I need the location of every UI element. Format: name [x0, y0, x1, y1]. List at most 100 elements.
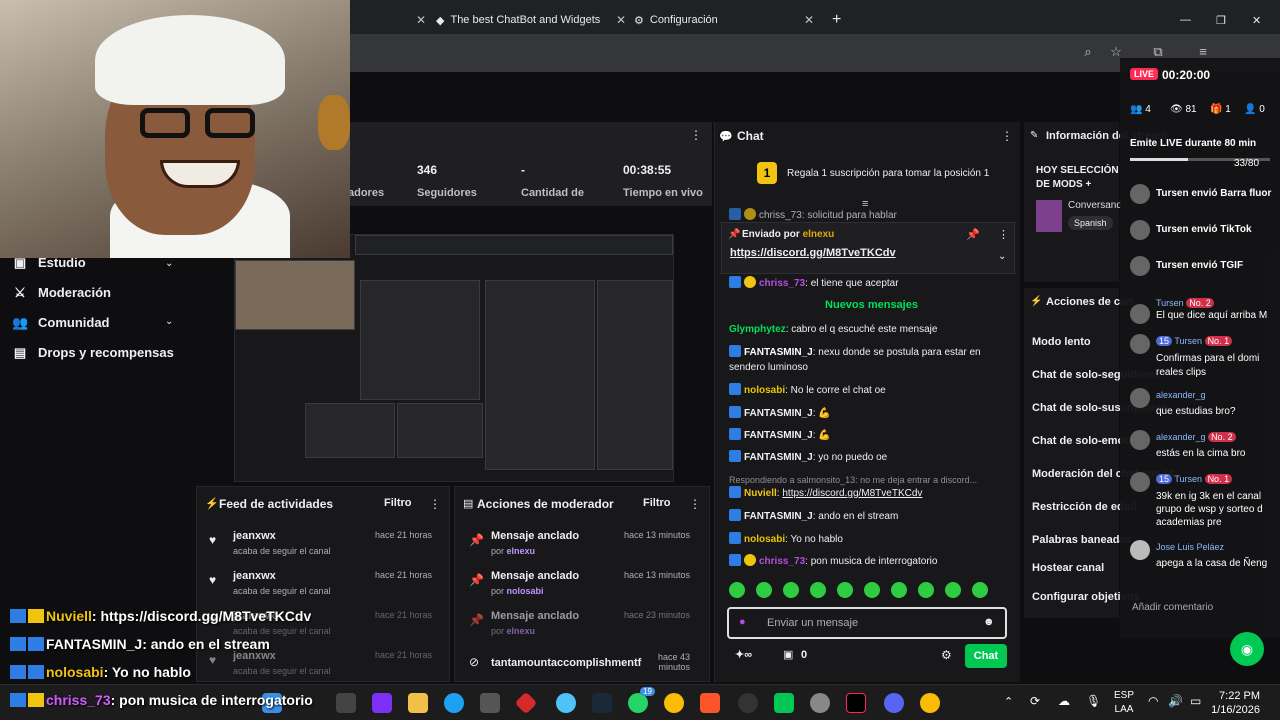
more-options-icon[interactable]: ⋮ — [429, 497, 441, 511]
emote-icon[interactable] — [891, 582, 907, 598]
action-host-channel[interactable]: Hostear canal — [1032, 562, 1104, 574]
emote-icon[interactable] — [864, 582, 880, 598]
clock[interactable]: 7:22 PM 1/16/2026 — [1211, 689, 1260, 717]
sync-icon[interactable]: ⟳ — [1030, 694, 1040, 708]
pinned-menu-icon[interactable]: ⋮ — [998, 228, 1009, 241]
stream-preview[interactable] — [234, 234, 674, 482]
more-options-icon[interactable]: ⋮ — [689, 497, 701, 511]
mod-action-name: Mensaje anclado — [491, 530, 580, 542]
points-count: 0 — [801, 649, 808, 661]
app-icon[interactable] — [556, 693, 576, 713]
webcam-overlay — [0, 0, 350, 258]
chat-settings-icon[interactable]: ⋮ — [1001, 129, 1013, 143]
mod-action-row: 📌 Mensaje anclado por nolosabi hace 13 m… — [455, 567, 700, 607]
language-indicator[interactable]: ESP LAA — [1114, 689, 1134, 717]
pinned-link[interactable]: https://discord.gg/M8TveTKCdv — [730, 247, 896, 259]
fab-chat-icon[interactable]: ◉ — [1230, 632, 1264, 666]
app-icon[interactable] — [738, 693, 758, 713]
send-chat-button[interactable]: Chat — [965, 644, 1007, 668]
chat-input[interactable]: ● Enviar un mensaje ☻ — [727, 607, 1007, 639]
webcam-hat — [95, 15, 285, 105]
emote-icon[interactable] — [972, 582, 988, 598]
add-comment-input[interactable]: Añadir comentario — [1132, 602, 1213, 613]
emote-icon[interactable] — [756, 582, 772, 598]
gear-icon[interactable]: ⚙ — [941, 648, 952, 662]
nav-moderacion[interactable]: ⚔ Moderación — [12, 285, 111, 300]
partial-stat-label: adores — [348, 187, 385, 199]
live-timer: 00:20:00 — [1162, 68, 1211, 82]
action-banned-words[interactable]: Palabras baneadas — [1032, 534, 1132, 546]
nav-comunidad[interactable]: 👥 Comunidad — [12, 315, 110, 330]
whatsapp-icon[interactable] — [628, 693, 648, 713]
app-icon[interactable] — [514, 691, 538, 715]
edge-icon[interactable] — [444, 693, 464, 713]
gift-banner[interactable]: Regala 1 suscripción para tomar la posic… — [787, 168, 989, 179]
tab-favicon-icon: ◆ — [436, 14, 445, 27]
mic-icon[interactable]: 🎙 — [1086, 694, 1101, 708]
preview-mod — [397, 403, 483, 458]
tab-chatbot[interactable]: ◆ The best ChatBot and Widgets ✕ — [436, 6, 626, 34]
action-slow-mode[interactable]: Modo lento — [1032, 336, 1091, 348]
emote-icon[interactable] — [918, 582, 934, 598]
nav-drops[interactable]: ▤ Drops y recompensas — [12, 345, 174, 360]
feed-time: hace 21 horas — [374, 570, 432, 580]
emote-icon[interactable] — [729, 582, 745, 598]
emote-icon[interactable] — [837, 582, 853, 598]
unpin-icon[interactable]: 📌 — [966, 228, 980, 241]
brave-icon[interactable] — [700, 693, 720, 713]
chrome-icon[interactable] — [920, 693, 940, 713]
store-icon[interactable] — [480, 693, 500, 713]
comment-user: 15 Tursen No. 1 — [1156, 336, 1233, 346]
chevron-down-icon[interactable]: ⌄ — [165, 316, 173, 327]
cloud-icon[interactable]: ☁ — [1058, 694, 1070, 708]
channel-points-icon[interactable]: ✦∞ — [735, 648, 752, 661]
avatar — [1130, 430, 1150, 450]
maximize-button[interactable]: ❐ — [1216, 6, 1226, 34]
mod-action-by: por nolosabi — [491, 586, 544, 596]
emote-icon[interactable] — [945, 582, 961, 598]
close-window-button[interactable]: ✕ — [1252, 6, 1261, 34]
search-icon[interactable]: ⌕ — [1080, 44, 1096, 60]
chevron-up-icon[interactable]: ⌃ — [1004, 695, 1013, 708]
goal-progress-text: 33/80 — [1234, 158, 1260, 169]
app-icon[interactable] — [810, 693, 830, 713]
app-icon[interactable] — [774, 693, 794, 713]
close-tab-icon[interactable]: ✕ — [804, 13, 814, 27]
feed-user[interactable]: jeanxwx — [233, 530, 276, 542]
chevron-down-icon[interactable]: ⌄ — [998, 251, 1006, 262]
filter-button[interactable]: Filtro — [643, 497, 671, 509]
battery-icon[interactable]: ▭ — [1190, 694, 1201, 708]
filter-button[interactable]: Filtro — [384, 497, 412, 509]
tab-configuracion[interactable]: ⚙ Configuración ✕ — [634, 6, 814, 34]
close-tab-icon[interactable]: ✕ — [416, 13, 426, 27]
feed-user[interactable]: jeanxwx — [233, 570, 276, 582]
tab-previous[interactable]: ✕ — [350, 6, 426, 34]
task-view-icon[interactable] — [336, 693, 356, 713]
chrome-icon[interactable] — [664, 693, 684, 713]
stats-menu-icon[interactable]: ⋮ — [690, 128, 702, 142]
copilot-icon[interactable] — [372, 693, 392, 713]
emote-icon[interactable] — [810, 582, 826, 598]
file-explorer-icon[interactable] — [408, 693, 428, 713]
new-tab-button[interactable]: + — [832, 6, 841, 34]
chevron-down-icon[interactable]: ⌄ — [165, 258, 173, 269]
gift-badge[interactable]: 1 — [757, 162, 777, 184]
category-name[interactable]: Conversand — [1068, 200, 1122, 211]
wifi-icon[interactable]: ◠ — [1148, 694, 1158, 708]
steam-icon[interactable] — [592, 693, 612, 713]
tiktok-icon[interactable] — [846, 693, 866, 713]
nav-label: Comunidad — [38, 315, 110, 330]
slash-icon: ⊘ — [469, 655, 480, 669]
emote-icon: 💪 — [818, 408, 831, 419]
emoji-icon[interactable]: ☻ — [983, 616, 995, 628]
gear-icon: ⚙ — [634, 14, 644, 27]
emote-icon[interactable] — [783, 582, 799, 598]
mod-action-by: por elnexu — [491, 546, 536, 556]
chat-message: FANTASMIN_J: yo no puedo oe — [729, 450, 1014, 465]
close-tab-icon[interactable]: ✕ — [616, 13, 626, 27]
minimize-button[interactable]: — — [1180, 6, 1191, 34]
bits-icon[interactable]: ▣ — [783, 648, 793, 661]
avatar — [1130, 540, 1150, 560]
volume-icon[interactable]: 🔊 — [1168, 694, 1183, 708]
discord-icon[interactable] — [884, 693, 904, 713]
